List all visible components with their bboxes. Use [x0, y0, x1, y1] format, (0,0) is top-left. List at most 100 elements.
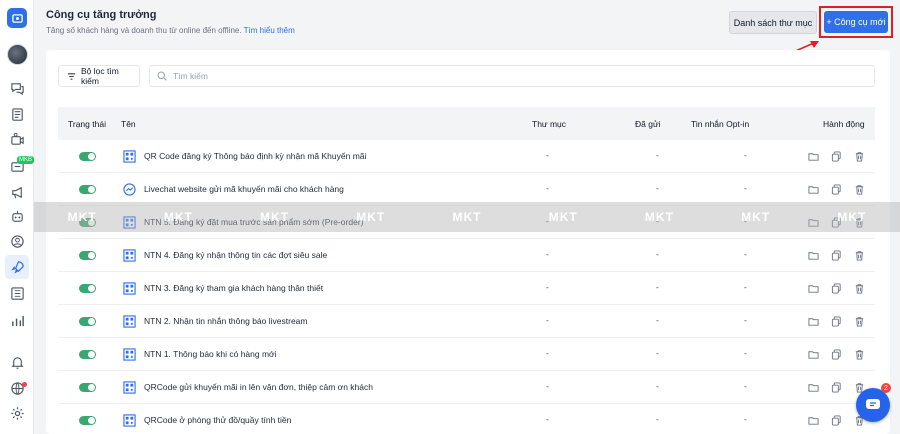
main-card: Bộ lọc tìm kiếm Trạng thái Tên Thư mục Đ…	[46, 50, 890, 434]
folder-icon[interactable]	[807, 183, 819, 195]
folder-value: -	[546, 216, 549, 226]
tool-name[interactable]: NTN 1. Thông báo khi có hàng mới	[144, 349, 277, 359]
tool-name[interactable]: QRCode ở phòng thử đồ/quầy tính tiền	[144, 415, 291, 425]
video-icon[interactable]	[5, 127, 29, 151]
folder-icon[interactable]	[807, 315, 819, 327]
optin-value: -	[744, 216, 747, 226]
filter-icon	[67, 72, 76, 80]
chat-badge: 2	[881, 383, 891, 393]
chat-icon[interactable]	[5, 76, 29, 100]
folder-value: -	[546, 414, 549, 424]
globe-icon[interactable]	[5, 376, 29, 400]
status-toggle[interactable]	[79, 185, 96, 194]
table-row[interactable]: NTN 1. Thông báo khi có hàng mới - - -	[58, 338, 875, 371]
folder-icon[interactable]	[807, 282, 819, 294]
filter-label: Bộ lọc tìm kiếm	[80, 66, 119, 86]
col-actions: Hành động	[823, 119, 865, 129]
table-row[interactable]: QRCode ở phòng thử đồ/quầy tính tiền - - -	[58, 404, 875, 434]
sent-value: -	[656, 414, 659, 424]
trash-icon[interactable]	[853, 183, 865, 195]
qr-code-icon	[122, 380, 136, 394]
tool-name[interactable]: NTN 2. Nhận tin nhắn thông báo livestrea…	[144, 316, 307, 326]
table-row[interactable]: NTN 5. Đăng ký đặt mua trước sản phẩm sớ…	[58, 206, 875, 239]
trash-icon[interactable]	[853, 150, 865, 162]
sent-value: -	[656, 282, 659, 292]
table-row[interactable]: NTN 2. Nhận tin nhắn thông báo livestrea…	[58, 305, 875, 338]
status-toggle[interactable]	[79, 317, 96, 326]
qr-code-icon	[122, 149, 136, 163]
highlight-box: + Công cụ mới	[819, 6, 893, 38]
copy-icon[interactable]	[830, 381, 842, 393]
trash-icon[interactable]	[853, 315, 865, 327]
qr-code-icon	[122, 314, 136, 328]
folder-list-button[interactable]: Danh sách thư mục	[729, 11, 817, 34]
status-toggle[interactable]	[79, 152, 96, 161]
copy-icon[interactable]	[830, 183, 842, 195]
document-icon[interactable]	[5, 102, 29, 126]
avatar[interactable]	[7, 44, 28, 65]
trash-icon[interactable]	[853, 249, 865, 261]
col-folder: Thư mục	[532, 119, 567, 129]
search-box[interactable]	[149, 65, 875, 87]
app-logo[interactable]	[7, 8, 27, 28]
new-badge: MKB	[17, 156, 35, 164]
folder-icon[interactable]	[807, 216, 819, 228]
sent-value: -	[656, 249, 659, 259]
learn-more-link[interactable]: Tìm hiểu thêm	[244, 26, 295, 35]
tool-name[interactable]: QRCode gửi khuyến mãi in lên vận đơn, th…	[144, 382, 373, 392]
status-toggle[interactable]	[79, 350, 96, 359]
trash-icon[interactable]	[853, 348, 865, 360]
tool-name[interactable]: NTN 4. Đăng ký nhận thông tin các đợt si…	[144, 250, 327, 260]
folder-icon[interactable]	[807, 150, 819, 162]
copy-icon[interactable]	[830, 414, 842, 426]
filter-button[interactable]: Bộ lọc tìm kiếm	[58, 65, 140, 87]
table-row[interactable]: NTN 3. Đăng ký tham gia khách hàng thân …	[58, 272, 875, 305]
tool-name[interactable]: NTN 5. Đăng ký đặt mua trước sản phẩm sớ…	[144, 217, 364, 227]
tool-name[interactable]: Livechat website gửi mã khuyến mãi cho k…	[144, 184, 344, 194]
chat-support-button[interactable]	[856, 388, 890, 422]
folder-icon[interactable]	[807, 348, 819, 360]
subtitle-text: Tăng số khách hàng và doanh thu từ onlin…	[46, 26, 242, 35]
copy-icon[interactable]	[830, 348, 842, 360]
folder-value: -	[546, 348, 549, 358]
list-icon[interactable]	[5, 281, 29, 305]
folder-icon[interactable]	[807, 249, 819, 261]
table-row[interactable]: NTN 4. Đăng ký nhận thông tin các đợt si…	[58, 239, 875, 272]
col-sent: Đã gửi	[635, 119, 661, 129]
copy-icon[interactable]	[830, 249, 842, 261]
folder-icon[interactable]	[807, 414, 819, 426]
optin-value: -	[744, 249, 747, 259]
gear-icon[interactable]	[5, 401, 29, 425]
copy-icon[interactable]	[830, 216, 842, 228]
status-toggle[interactable]	[79, 383, 96, 392]
folder-icon[interactable]	[807, 381, 819, 393]
table-row[interactable]: Livechat website gửi mã khuyến mãi cho k…	[58, 173, 875, 206]
tool-name[interactable]: NTN 3. Đăng ký tham gia khách hàng thân …	[144, 283, 323, 293]
table-header: Trạng thái Tên Thư mục Đã gửi Tin nhắn O…	[58, 107, 875, 140]
table-row[interactable]: QR Code đăng ký Thông báo định kỳ nhận m…	[58, 140, 875, 173]
user-icon[interactable]	[5, 229, 29, 253]
trash-icon[interactable]	[853, 216, 865, 228]
col-status: Trạng thái	[68, 119, 106, 129]
sent-value: -	[656, 348, 659, 358]
copy-icon[interactable]	[830, 315, 842, 327]
analytics-icon[interactable]	[5, 308, 29, 332]
bell-icon[interactable]	[5, 350, 29, 374]
new-tool-button[interactable]: + Công cụ mới	[824, 11, 888, 33]
rocket-icon[interactable]	[5, 255, 29, 279]
optin-value: -	[744, 414, 747, 424]
trash-icon[interactable]	[853, 282, 865, 294]
copy-icon[interactable]	[830, 150, 842, 162]
search-input[interactable]	[173, 71, 773, 81]
status-toggle[interactable]	[79, 218, 96, 227]
status-toggle[interactable]	[79, 284, 96, 293]
copy-icon[interactable]	[830, 282, 842, 294]
qr-code-icon	[122, 248, 136, 262]
bot-icon[interactable]	[5, 204, 29, 228]
tool-name[interactable]: QR Code đăng ký Thông báo định kỳ nhận m…	[144, 151, 366, 161]
table-row[interactable]: QRCode gửi khuyến mãi in lên vận đơn, th…	[58, 371, 875, 404]
qr-code-icon	[122, 413, 136, 427]
megaphone-icon[interactable]	[5, 180, 29, 204]
status-toggle[interactable]	[79, 251, 96, 260]
status-toggle[interactable]	[79, 416, 96, 425]
